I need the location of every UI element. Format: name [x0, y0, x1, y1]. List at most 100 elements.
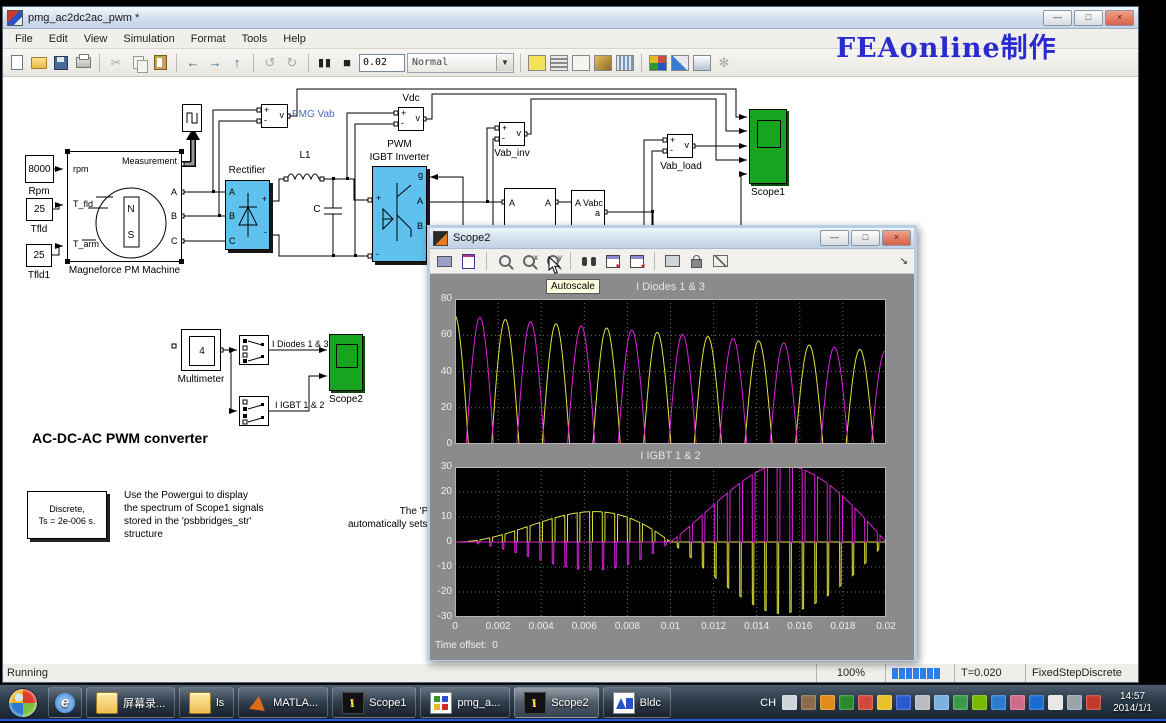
- menu-tools[interactable]: Tools: [234, 31, 276, 47]
- restore-axes-icon[interactable]: [626, 252, 647, 271]
- scope2-close-button[interactable]: ×: [882, 230, 911, 246]
- scope2-maximize-button[interactable]: □: [851, 230, 880, 246]
- save-axes-icon[interactable]: [602, 252, 623, 271]
- minimize-button[interactable]: —: [1043, 10, 1072, 26]
- debug-icon[interactable]: [692, 54, 712, 72]
- tray-phone-icon[interactable]: [1048, 695, 1063, 710]
- taskbar-item-matla[interactable]: MATLA...: [238, 687, 328, 718]
- constant-tfld1-block[interactable]: 25: [26, 244, 52, 267]
- signal-selection-icon[interactable]: [710, 252, 731, 271]
- mouse-cursor: [548, 256, 561, 280]
- signal-display-block[interactable]: [182, 104, 202, 132]
- pm-machine-block[interactable]: N S rpm T_fld T_arm A B C Measurement: [67, 151, 182, 262]
- scope2-block[interactable]: [329, 334, 363, 391]
- scope2-minimize-button[interactable]: —: [820, 230, 849, 246]
- taskbar-item-pmg_a[interactable]: pmg_a...: [420, 687, 510, 718]
- update-diagram-icon[interactable]: [549, 54, 569, 72]
- vab-load-vm-block[interactable]: + - v: [667, 134, 693, 158]
- new-model-icon[interactable]: [7, 54, 27, 72]
- tray-bluetooth-icon[interactable]: [1029, 695, 1044, 710]
- lock-axes-icon[interactable]: [686, 252, 707, 271]
- tray-snipping-tool-icon[interactable]: [801, 695, 816, 710]
- powergui-discrete-block[interactable]: Discrete,Ts = 2e-006 s.: [27, 491, 107, 539]
- simulation-mode-select[interactable]: Normal ▼: [407, 53, 514, 73]
- selector-igbt-block[interactable]: [239, 396, 269, 426]
- library-browser-icon[interactable]: [648, 54, 668, 72]
- back-icon[interactable]: ←: [183, 54, 203, 72]
- igbt-inverter-block[interactable]: + - g A B: [372, 166, 427, 262]
- clock[interactable]: 14:572014/1/1: [1105, 691, 1160, 715]
- forward-icon[interactable]: →: [205, 54, 225, 72]
- stop-simulation-icon[interactable]: ■: [337, 54, 357, 72]
- simulation-time-input[interactable]: [359, 54, 405, 72]
- block-label: PWM: [372, 139, 427, 150]
- save-model-icon[interactable]: [51, 54, 71, 72]
- scope2-title-bar[interactable]: Scope2 — □ ×: [430, 228, 914, 249]
- zoom-icon[interactable]: [494, 252, 515, 271]
- constant-tfld-block[interactable]: 25: [26, 198, 53, 221]
- selector-diodes-block[interactable]: [239, 335, 269, 365]
- close-button[interactable]: ×: [1105, 10, 1134, 26]
- print-icon[interactable]: [434, 252, 455, 271]
- vdc-vm-block[interactable]: + - v: [398, 107, 424, 131]
- paste-icon[interactable]: [150, 54, 170, 72]
- multimeter-block[interactable]: 4: [181, 329, 221, 371]
- tray-volume-muted-icon[interactable]: [1086, 695, 1101, 710]
- rectifier-block[interactable]: A B C + -: [225, 180, 270, 250]
- tray-keyboard-icon[interactable]: [782, 695, 797, 710]
- taskbar-item-scope1[interactable]: Scope1: [332, 687, 416, 718]
- autoscale-icon[interactable]: [578, 252, 599, 271]
- open-model-icon[interactable]: [29, 54, 49, 72]
- dock-scope-icon[interactable]: ↘: [900, 256, 908, 267]
- plot1-axes[interactable]: [455, 299, 886, 444]
- menu-view[interactable]: View: [76, 31, 116, 47]
- taskbar-item-ls[interactable]: ls: [179, 687, 234, 718]
- up-icon[interactable]: ↑: [227, 54, 247, 72]
- plot2-axes[interactable]: [455, 467, 886, 617]
- menu-help[interactable]: Help: [275, 31, 314, 47]
- print-icon[interactable]: [73, 54, 93, 72]
- taskbar-item-scope2[interactable]: Scope2: [514, 687, 598, 718]
- tray-graphics-icon[interactable]: [972, 695, 987, 710]
- target-icon[interactable]: ✻: [714, 54, 734, 72]
- taskbar-item-bldc[interactable]: Bldc: [603, 687, 671, 718]
- tray-display-icon[interactable]: [915, 695, 930, 710]
- tray-blue-shield-icon[interactable]: [991, 695, 1006, 710]
- model-advisor-icon[interactable]: [615, 54, 635, 72]
- constant-rpm-block[interactable]: 8000: [25, 155, 54, 183]
- powergui-note: Use the Powergui to displaythe spectrum …: [124, 489, 264, 541]
- menu-edit[interactable]: Edit: [41, 31, 76, 47]
- restore-button[interactable]: □: [1074, 10, 1103, 26]
- zoom-x-icon[interactable]: x: [518, 252, 539, 271]
- tray-network-icon[interactable]: [934, 695, 949, 710]
- pause-simulation-icon[interactable]: ▮▮: [315, 54, 335, 72]
- tray-orange-status-icon[interactable]: [820, 695, 835, 710]
- parameters-icon[interactable]: [458, 252, 479, 271]
- floating-scope-icon[interactable]: [662, 252, 683, 271]
- cut-icon[interactable]: ✂: [106, 54, 126, 72]
- redo-icon[interactable]: ↻: [282, 54, 302, 72]
- tray-green-usb-icon[interactable]: [953, 695, 968, 710]
- taskbar-item-[interactable]: 屏幕录...: [86, 687, 175, 718]
- scope1-block[interactable]: [749, 109, 787, 184]
- menu-simulation[interactable]: Simulation: [115, 31, 182, 47]
- tray-green-shield-icon[interactable]: [839, 695, 854, 710]
- model-browser-icon[interactable]: [670, 54, 690, 72]
- refresh-icon[interactable]: [571, 54, 591, 72]
- taskbar-item-ie[interactable]: e: [48, 687, 82, 718]
- undo-icon[interactable]: ↺: [260, 54, 280, 72]
- vab-inv-vm-block[interactable]: + - v: [499, 122, 525, 146]
- menu-file[interactable]: File: [7, 31, 41, 47]
- copy-icon[interactable]: [128, 54, 148, 72]
- pmg-vab-vm-block[interactable]: + - v: [261, 104, 288, 128]
- external-mode-icon[interactable]: [527, 54, 547, 72]
- language-indicator[interactable]: CH: [760, 697, 776, 709]
- tray-red-status-icon[interactable]: [858, 695, 873, 710]
- build-icon[interactable]: [593, 54, 613, 72]
- tray-yellow-bubble-icon[interactable]: [877, 695, 892, 710]
- tray-second-display-icon[interactable]: [1067, 695, 1082, 710]
- tray-blue-app-icon[interactable]: [896, 695, 911, 710]
- menu-format[interactable]: Format: [183, 31, 234, 47]
- tray-pink-people-icon[interactable]: [1010, 695, 1025, 710]
- start-button[interactable]: [8, 688, 38, 718]
